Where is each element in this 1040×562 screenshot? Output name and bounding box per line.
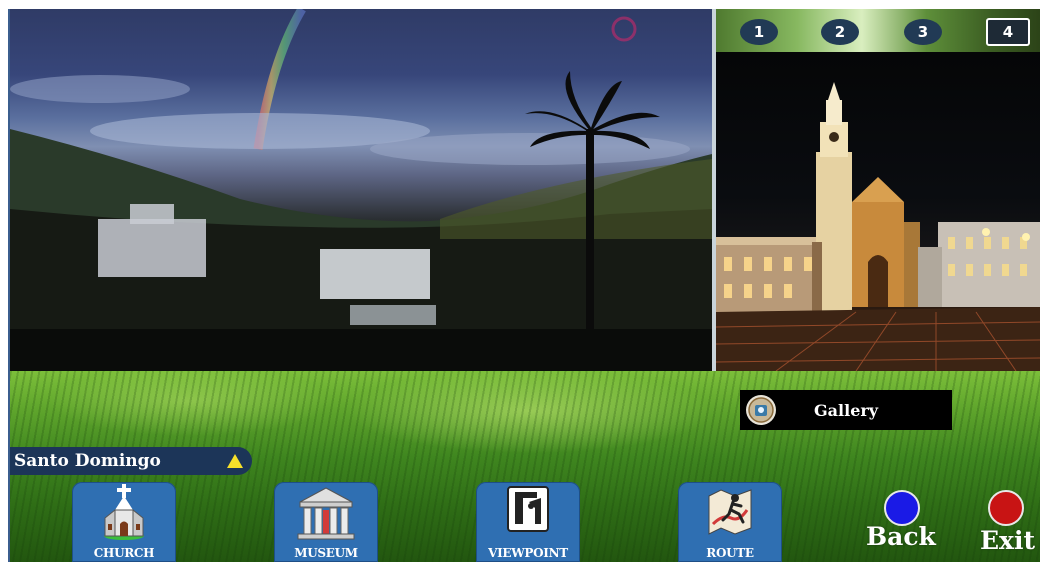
gallery-label: Gallery: [814, 400, 879, 420]
church-night-photo: [716, 52, 1040, 371]
museum-label: MUSEUM: [294, 546, 358, 560]
route-label: ROUTE: [706, 546, 754, 560]
top-edge: [0, 0, 1040, 9]
route-button[interactable]: ROUTE: [678, 482, 782, 562]
church-icon: [104, 484, 144, 540]
viewpoint-button[interactable]: VIEWPOINT: [476, 482, 580, 562]
camera-icon: [746, 395, 776, 425]
main-video-player[interactable]: [10, 9, 712, 371]
thumbnail-strip: 1 2 3 4: [716, 9, 1040, 52]
thumbnail-button-2[interactable]: 2: [821, 19, 859, 45]
gallery-button[interactable]: Gallery: [740, 390, 952, 430]
thumbnail-button-1[interactable]: 1: [740, 19, 778, 45]
exit-circle-icon: [988, 490, 1024, 526]
back-button[interactable]: Back: [866, 488, 938, 558]
thumbnail-button-3[interactable]: 3: [904, 19, 942, 45]
warning-triangle-icon: [227, 454, 243, 468]
back-label: Back: [866, 522, 936, 551]
exit-button[interactable]: Exit: [978, 488, 1038, 558]
viewpoint-label: VIEWPOINT: [488, 546, 568, 560]
viewpoint-icon: [507, 486, 549, 532]
museum-button[interactable]: MUSEUM: [274, 482, 378, 562]
location-name: Santo Domingo: [14, 451, 161, 471]
thumbnail-button-4[interactable]: 4: [986, 18, 1030, 46]
church-button[interactable]: CHURCH: [72, 482, 176, 562]
location-label: Santo Domingo: [10, 447, 252, 475]
cathedral-illustration: [716, 82, 1040, 371]
app-frame: 1 2 3 4 Gallery Santo Domingo CHURCH MUS…: [0, 0, 1040, 562]
museum-icon: [297, 487, 355, 540]
landscape-video-frame: [10, 9, 712, 371]
route-map-icon: [708, 489, 752, 535]
back-circle-icon: [884, 490, 920, 526]
exit-label: Exit: [980, 526, 1036, 555]
church-label: CHURCH: [93, 546, 155, 560]
left-border-line: [8, 9, 10, 562]
